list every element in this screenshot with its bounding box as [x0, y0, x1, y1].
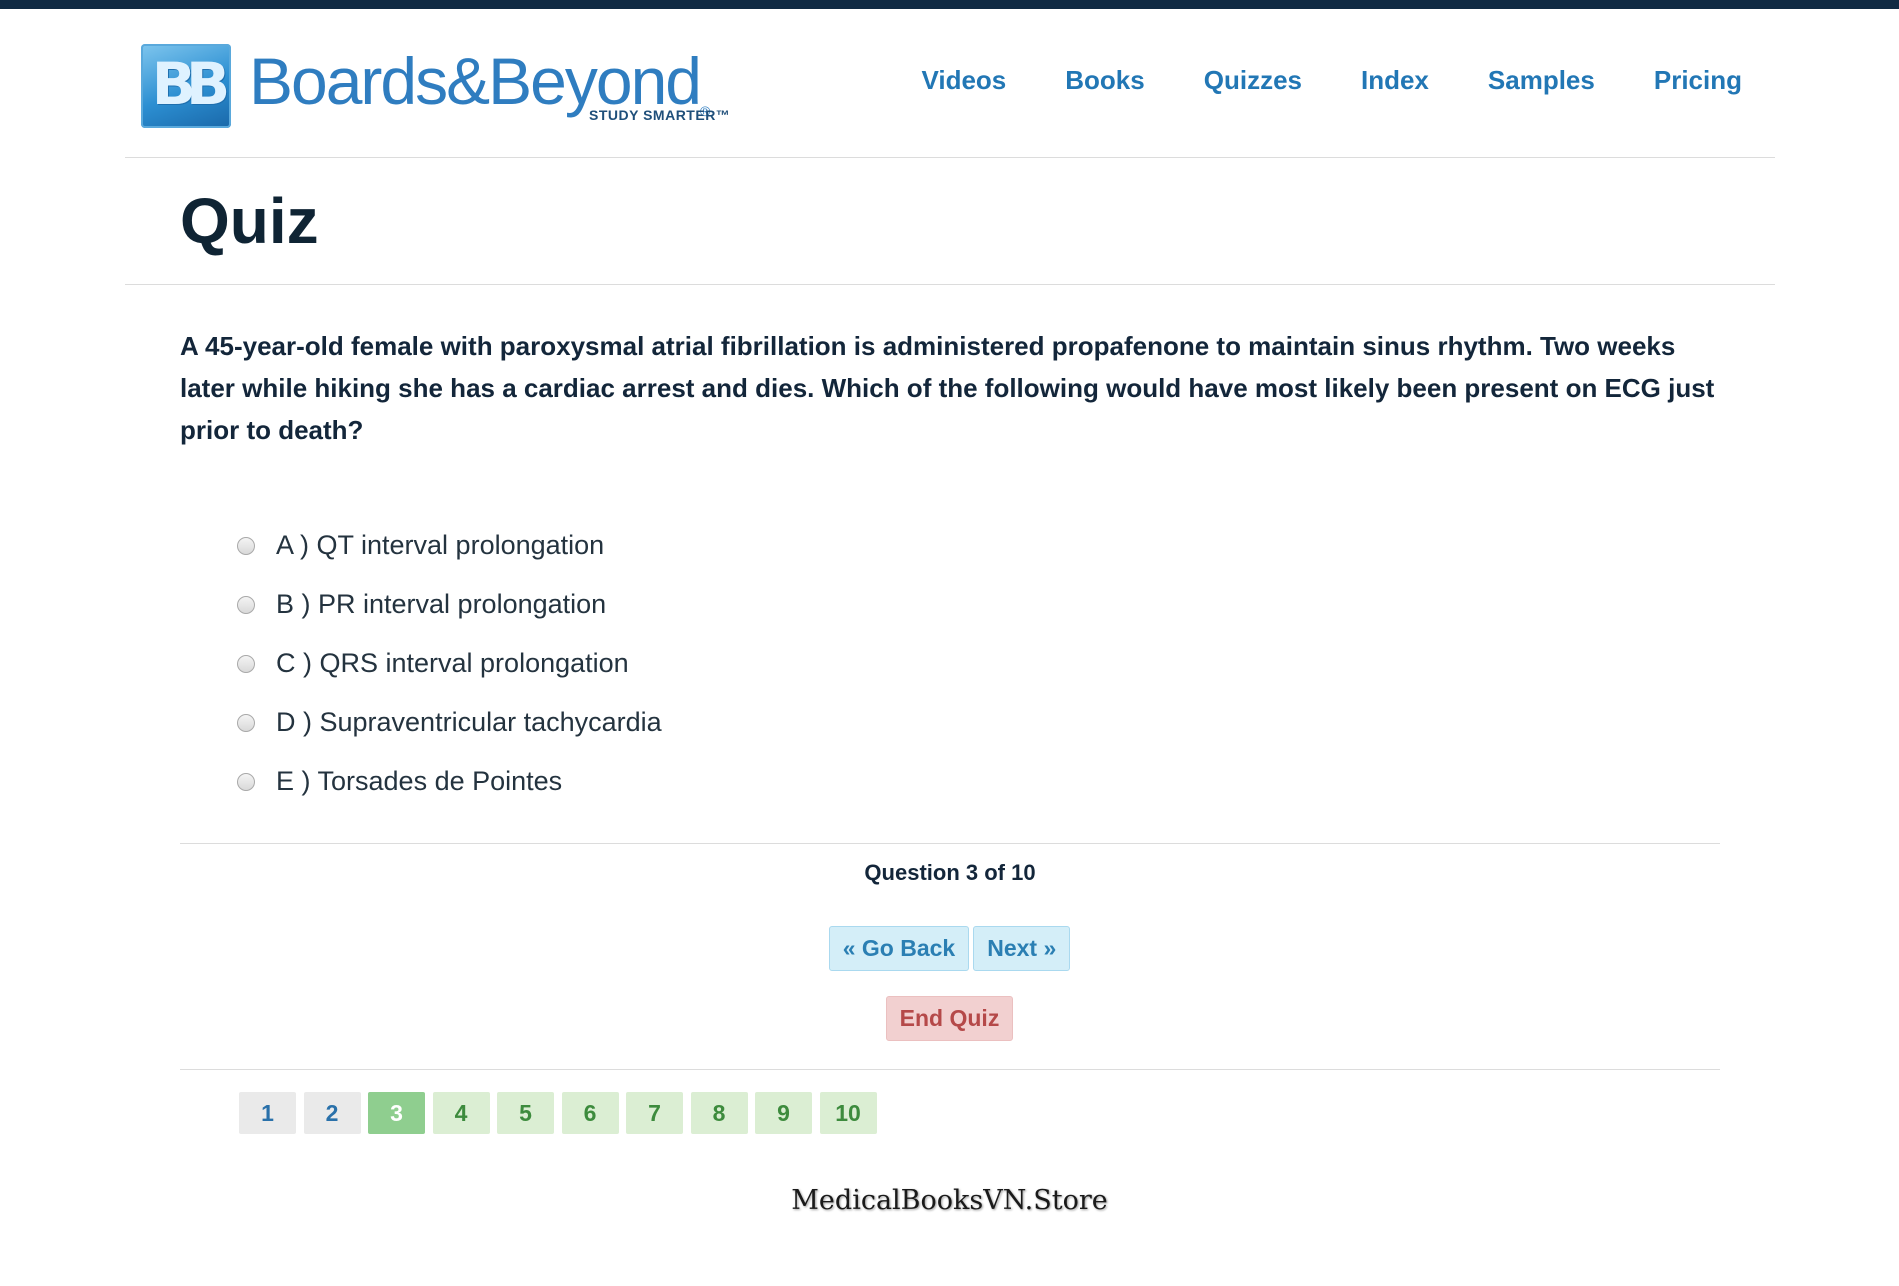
- answer-label-a: A ) QT interval prolongation: [276, 530, 605, 560]
- answer-option-b[interactable]: B ) PR interval prolongation: [237, 575, 662, 634]
- nav-books[interactable]: Books: [1065, 65, 1144, 96]
- answer-label-c: C ) QRS interval prolongation: [276, 648, 629, 678]
- page-button-7[interactable]: 7: [626, 1092, 683, 1134]
- nav-videos[interactable]: Videos: [921, 65, 1006, 96]
- page-button-5[interactable]: 5: [497, 1092, 554, 1134]
- brand-logo[interactable]: BB Boards&Beyond® STUDY SMARTER™: [141, 35, 741, 135]
- page-button-10[interactable]: 10: [819, 1092, 877, 1134]
- question-pager: 1 2 3 4 5 6 7 8 9 10: [239, 1092, 884, 1134]
- page-button-4[interactable]: 4: [432, 1092, 490, 1134]
- page-button-8[interactable]: 8: [690, 1092, 748, 1134]
- page-button-2[interactable]: 2: [303, 1092, 361, 1134]
- site-header: BB Boards&Beyond® STUDY SMARTER™ Videos …: [125, 9, 1775, 158]
- nav-samples[interactable]: Samples: [1488, 65, 1595, 96]
- logo-tagline: STUDY SMARTER™: [589, 107, 731, 123]
- logo-badge-text: BB: [151, 50, 230, 118]
- nav-quizzes[interactable]: Quizzes: [1204, 65, 1302, 96]
- page-button-6[interactable]: 6: [561, 1092, 619, 1134]
- next-button[interactable]: Next »: [973, 926, 1071, 971]
- end-quiz-button[interactable]: End Quiz: [885, 996, 1014, 1041]
- nav-pricing[interactable]: Pricing: [1654, 65, 1742, 96]
- watermark: MedicalBooksVN.Store: [791, 1185, 1108, 1216]
- page-button-9[interactable]: 9: [755, 1092, 812, 1134]
- answer-label-d: D ) Supraventricular tachycardia: [276, 707, 662, 737]
- radio-a[interactable]: [237, 536, 255, 555]
- answer-label-e: E ) Torsades de Pointes: [276, 766, 563, 796]
- answer-label-b: B ) PR interval prolongation: [276, 589, 607, 619]
- nav-index[interactable]: Index: [1361, 65, 1429, 96]
- answer-option-d[interactable]: D ) Supraventricular tachycardia: [237, 693, 662, 752]
- answer-options: A ) QT interval prolongation B ) PR inte…: [237, 516, 662, 811]
- logo-badge: BB: [141, 44, 231, 128]
- main-nav: Videos Books Quizzes Index Samples Prici…: [862, 65, 1742, 96]
- radio-d[interactable]: [237, 713, 255, 732]
- page-button-3[interactable]: 3: [368, 1092, 425, 1134]
- question-progress: Question 3 of 10: [864, 860, 1036, 885]
- divider-lower: [180, 1069, 1720, 1070]
- page-button-1[interactable]: 1: [239, 1092, 296, 1134]
- go-back-button[interactable]: « Go Back: [828, 926, 970, 971]
- question-text: A 45-year-old female with paroxysmal atr…: [180, 331, 1715, 445]
- page-title: Quiz: [180, 185, 319, 257]
- radio-e[interactable]: [237, 772, 255, 791]
- radio-c[interactable]: [237, 654, 255, 673]
- answer-option-c[interactable]: C ) QRS interval prolongation: [237, 634, 662, 693]
- top-bar: [0, 0, 1899, 9]
- question-nav-buttons: « Go Back Next »: [0, 926, 1899, 971]
- title-section: Quiz: [125, 158, 1775, 285]
- divider-upper: [180, 843, 1720, 844]
- answer-option-e[interactable]: E ) Torsades de Pointes: [237, 752, 662, 811]
- answer-option-a[interactable]: A ) QT interval prolongation: [237, 516, 662, 575]
- radio-b[interactable]: [237, 595, 255, 614]
- end-quiz-wrap: End Quiz: [0, 996, 1899, 1041]
